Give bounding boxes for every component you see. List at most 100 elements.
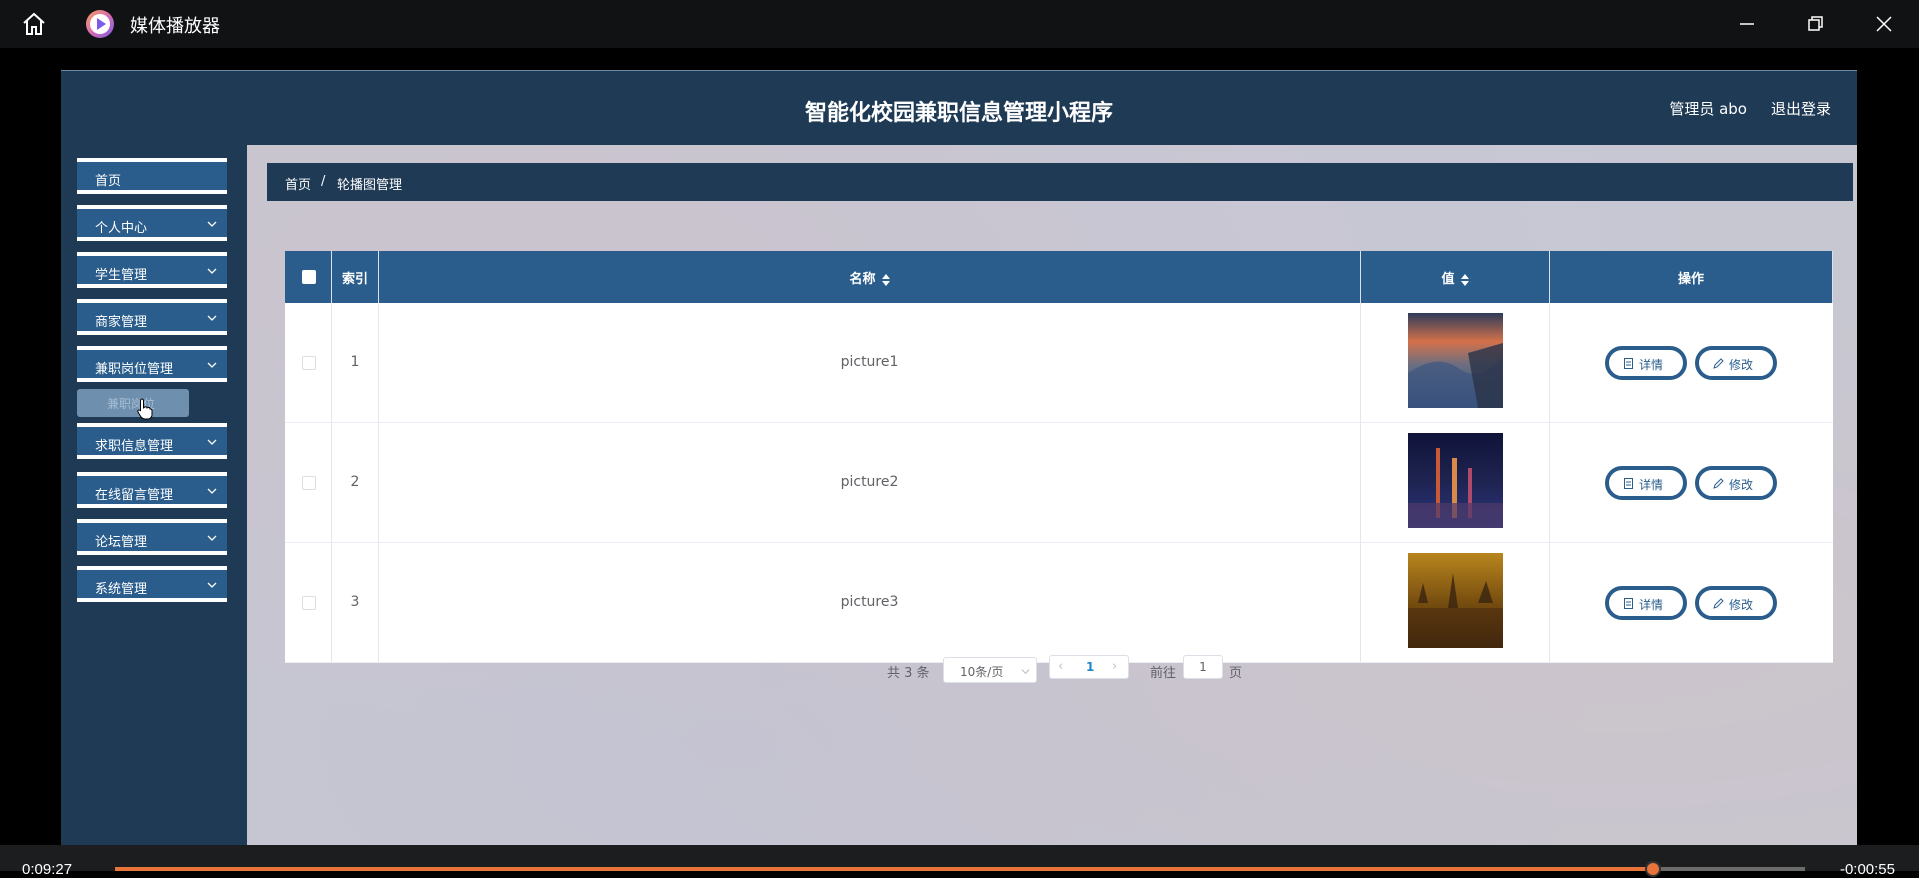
logout-link[interactable]: 退出登录 [1771, 98, 1831, 119]
pencil-icon [1713, 358, 1724, 369]
header-value[interactable]: 值 [1361, 251, 1550, 303]
row-name: picture2 [840, 474, 899, 490]
player-title: 媒体播放器 [130, 16, 220, 36]
breadcrumb-current: 轮播图管理 [337, 178, 403, 193]
player-controls: 0:09:27 -0:00:55 [0, 845, 1919, 878]
next-page-icon[interactable]: › [1112, 659, 1117, 674]
header-ops: 操作 [1550, 251, 1833, 303]
main-content: 首页 / 轮播图管理 索引 名称 值 操作 1 picture1 详情 修改 2… [247, 145, 1857, 850]
document-icon [1624, 478, 1633, 489]
sidebar-item-merchants[interactable]: 商家管理 [77, 299, 227, 335]
seek-handle[interactable] [1644, 861, 1661, 877]
chevron-down-icon [207, 582, 217, 588]
column-header-value: 值 [1441, 272, 1455, 287]
sidebar-item-messages[interactable]: 在线留言管理 [77, 472, 227, 508]
sidebar-item-jobs[interactable]: 兼职岗位管理 [77, 346, 227, 382]
prev-page-icon[interactable]: ‹ [1058, 659, 1063, 674]
edit-label: 修改 [1729, 478, 1754, 492]
close-button[interactable] [1864, 8, 1904, 40]
system-title: 智能化校园兼职信息管理小程序 [804, 101, 1113, 126]
detail-label: 详情 [1639, 358, 1664, 372]
edit-button[interactable]: 修改 [1695, 586, 1777, 620]
edit-label: 修改 [1729, 598, 1754, 612]
sidebar-item-label: 个人中心 [95, 221, 148, 236]
edit-button[interactable]: 修改 [1695, 346, 1777, 380]
row-image [1408, 553, 1503, 648]
header-select-all [285, 251, 332, 303]
document-icon [1624, 598, 1633, 609]
hand-cursor-icon [137, 398, 153, 420]
column-header-ops: 操作 [1677, 272, 1704, 287]
admin-user: 管理员 abo [1669, 100, 1747, 118]
seek-bar[interactable] [115, 861, 1805, 877]
sidebar-item-forum[interactable]: 论坛管理 [77, 519, 227, 555]
select-all-checkbox[interactable] [302, 270, 316, 284]
sidebar-item-job-seeking[interactable]: 求职信息管理 [77, 423, 227, 459]
chevron-down-icon [207, 488, 217, 494]
minimize-button[interactable] [1727, 8, 1767, 40]
goto-label: 前往 [1150, 666, 1177, 681]
detail-button[interactable]: 详情 [1605, 346, 1687, 380]
current-page[interactable]: 1 [1086, 660, 1094, 674]
remaining-time: -0:00:55 [1839, 861, 1895, 878]
page-size-select[interactable]: 10条/页 [943, 657, 1037, 683]
sort-icon[interactable] [1460, 273, 1469, 286]
breadcrumb-home[interactable]: 首页 [285, 174, 311, 193]
current-time: 0:09:27 [22, 861, 73, 878]
document-icon [1624, 358, 1633, 369]
column-header-index: 索引 [341, 272, 368, 287]
page-navigator: ‹ 1 › [1049, 655, 1129, 679]
sidebar-item-home[interactable]: 首页 [77, 158, 227, 194]
row-name: picture3 [840, 594, 899, 610]
table-header: 索引 名称 值 操作 [285, 251, 1833, 303]
row-checkbox[interactable] [302, 356, 316, 370]
detail-label: 详情 [1639, 598, 1664, 612]
row-checkbox[interactable] [302, 476, 316, 490]
sidebar-item-label: 系统管理 [95, 582, 148, 597]
row-checkbox[interactable] [302, 596, 316, 610]
sidebar-item-label: 兼职岗位管理 [95, 362, 174, 377]
player-titlebar: 媒体播放器 [0, 0, 1919, 48]
detail-button[interactable]: 详情 [1605, 586, 1687, 620]
row-index: 3 [350, 594, 360, 610]
chevron-down-icon [207, 535, 217, 541]
home-icon[interactable] [20, 10, 48, 38]
sidebar-item-students[interactable]: 学生管理 [77, 252, 227, 288]
edit-button[interactable]: 修改 [1695, 466, 1777, 500]
sidebar-item-profile[interactable]: 个人中心 [77, 205, 227, 241]
sidebar-item-label: 首页 [95, 174, 122, 189]
table-row: 2 picture2 详情 修改 [285, 423, 1833, 543]
breadcrumb-separator: / [321, 174, 326, 189]
sidebar-item-label: 论坛管理 [95, 535, 148, 550]
goto-page-unit: 页 [1229, 666, 1243, 681]
column-header-name: 名称 [849, 272, 876, 287]
detail-button[interactable]: 详情 [1605, 466, 1687, 500]
row-name: picture1 [840, 354, 899, 370]
sort-icon[interactable] [881, 273, 890, 286]
sidebar-item-system[interactable]: 系统管理 [77, 566, 227, 602]
sidebar-item-label: 求职信息管理 [95, 439, 174, 454]
header-name[interactable]: 名称 [379, 251, 1361, 303]
sidebar-item-label: 学生管理 [95, 268, 148, 283]
pencil-icon [1713, 478, 1724, 489]
restore-button[interactable] [1795, 8, 1835, 40]
table-row: 3 picture3 详情 修改 [285, 543, 1833, 663]
chevron-down-icon [207, 315, 217, 321]
chevron-down-icon [207, 268, 217, 274]
chevron-down-icon [207, 362, 217, 368]
pagination-total: 共 3 条 [887, 666, 930, 681]
admin-app: 智能化校园兼职信息管理小程序 管理员 abo 退出登录 首页 个人中心 学生管理… [61, 70, 1857, 850]
edit-label: 修改 [1729, 358, 1754, 372]
chevron-down-icon [1021, 669, 1030, 675]
sidebar: 首页 个人中心 学生管理 商家管理 兼职岗位管理 兼职岗位 求职信息管理 在线留… [61, 145, 247, 850]
app-header: 智能化校园兼职信息管理小程序 管理员 abo 退出登录 [61, 70, 1857, 145]
row-index: 1 [350, 354, 360, 370]
chevron-down-icon [207, 439, 217, 445]
goto-page-input[interactable]: 1 [1183, 655, 1223, 679]
row-image [1408, 313, 1503, 408]
media-player-icon [86, 10, 114, 38]
pencil-icon [1713, 598, 1724, 609]
chevron-down-icon [207, 221, 217, 227]
sidebar-subitem-jobs[interactable]: 兼职岗位 [77, 389, 189, 417]
row-image [1408, 433, 1503, 528]
